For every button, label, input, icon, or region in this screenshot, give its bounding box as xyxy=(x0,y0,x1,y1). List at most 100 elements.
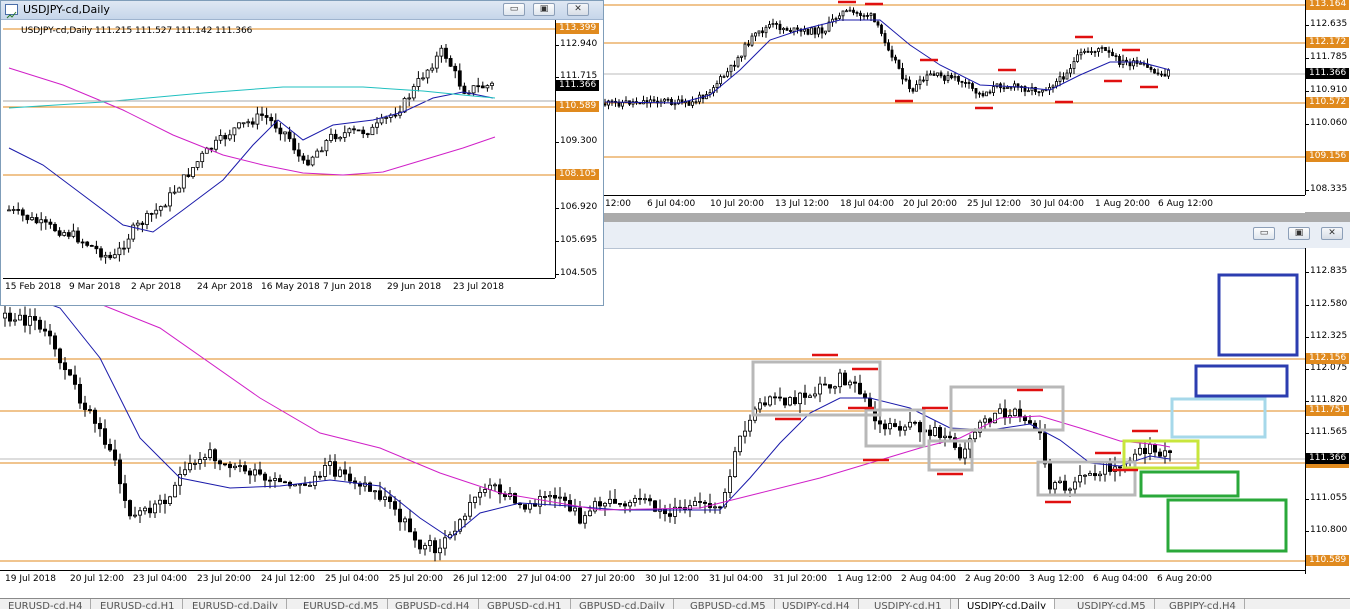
h1-candle xyxy=(733,451,738,478)
h1-candle xyxy=(177,474,182,486)
h4-candle xyxy=(740,55,743,58)
h4-candle xyxy=(883,33,887,44)
h1-candle xyxy=(608,498,613,504)
h4-candle xyxy=(719,76,722,85)
time-axis-label: 7 Jun 2018 xyxy=(323,282,372,292)
h4-candle xyxy=(715,83,719,88)
h1-candle xyxy=(257,469,262,475)
h4-candle xyxy=(848,9,852,12)
price-tick-label: 111.820 xyxy=(1310,395,1348,405)
h1-candle xyxy=(828,384,833,389)
h1-candle xyxy=(588,510,593,517)
daily-candle xyxy=(48,221,53,225)
h1-candle xyxy=(118,459,123,485)
daily-candle xyxy=(278,127,283,135)
h1-minimize-button[interactable]: ▭ xyxy=(1253,227,1275,240)
h4-candle xyxy=(1100,47,1104,49)
h4-candle xyxy=(670,98,673,106)
h4-candle xyxy=(841,10,845,17)
h1-candle xyxy=(58,348,63,364)
h4-candle xyxy=(957,76,960,82)
h4-candle xyxy=(862,15,866,17)
h4-candle xyxy=(1083,50,1086,53)
current-price-label: 111.366 xyxy=(1306,68,1350,79)
h4-candle xyxy=(1160,73,1163,76)
h4-candle xyxy=(733,64,736,67)
daily-candle xyxy=(76,230,80,243)
h1-candle xyxy=(167,496,172,505)
daily-chart-area[interactable]: USDJPY-cd,Daily 111.215 111.527 111.142 … xyxy=(3,20,602,305)
h4-candle xyxy=(897,59,901,69)
time-axis-label: 6 Jul 04:00 xyxy=(647,199,696,209)
daily-candle xyxy=(85,241,90,246)
h4-candle xyxy=(817,27,820,35)
tick-mark xyxy=(556,274,559,275)
h4-candle xyxy=(1139,62,1142,65)
h1-candle xyxy=(247,470,252,476)
price-tick-label: 110.800 xyxy=(1310,525,1348,535)
daily-minimize-button[interactable]: ▭ xyxy=(503,3,525,16)
h1-target-zone-box xyxy=(1139,470,1240,498)
h4-candle xyxy=(880,24,883,34)
time-axis-label: 6 Aug 12:00 xyxy=(1158,199,1213,209)
h4-candle xyxy=(960,80,964,83)
h4-candle xyxy=(911,88,915,92)
h1-restore-button[interactable]: ▣ xyxy=(1288,227,1310,240)
daily-chart-window[interactable]: USDJPY-cd,Daily ▭ ▣ ✕ USDJPY-cd,Daily 11… xyxy=(0,0,604,306)
level-price-label: 112.172 xyxy=(1306,37,1350,48)
daily-candle xyxy=(43,219,48,223)
daily-candle xyxy=(457,70,462,87)
h4-candle xyxy=(1069,68,1072,74)
daily-candle xyxy=(66,232,71,237)
h4-chart-window[interactable]: 112.635 111.785 110.910 110.060 108.335 113.1… xyxy=(600,0,1350,213)
h1-candle xyxy=(698,501,703,503)
h1-close-button[interactable]: ✕ xyxy=(1321,227,1343,240)
h1-candle xyxy=(738,435,743,453)
h1-candle xyxy=(878,420,883,425)
h1-candle xyxy=(17,314,22,321)
h1-candle xyxy=(1028,420,1033,424)
daily-candle xyxy=(444,47,448,59)
daily-price-plot[interactable] xyxy=(3,20,555,278)
daily-candle xyxy=(453,65,458,72)
h1-candle xyxy=(3,312,8,319)
time-axis-label: 6 Aug 20:00 xyxy=(1157,574,1212,584)
h4-candle xyxy=(666,98,670,101)
h1-candle xyxy=(838,372,843,388)
h1-candle xyxy=(7,312,12,322)
h1-candle xyxy=(197,459,202,464)
time-axis-label: 23 Jul 20:00 xyxy=(197,574,251,584)
h1-candle xyxy=(933,427,938,436)
daily-window-titlebar[interactable]: USDJPY-cd,Daily ▭ ▣ ✕ xyxy=(1,1,603,20)
h1-candle xyxy=(603,502,608,507)
h4-candle xyxy=(1097,48,1100,53)
h1-candle xyxy=(1133,453,1138,462)
time-axis-label: 30 Jul 12:00 xyxy=(645,574,699,584)
h1-candle xyxy=(33,316,38,321)
h1-candle xyxy=(462,515,467,521)
daily-candle xyxy=(416,78,421,87)
daily-candle xyxy=(158,206,163,211)
daily-candle xyxy=(200,152,205,163)
h4-price-plot[interactable] xyxy=(600,0,1305,212)
daily-candle xyxy=(154,209,159,215)
h1-candle xyxy=(928,429,933,436)
daily-candle xyxy=(117,247,122,256)
h1-candle xyxy=(903,426,908,431)
h4-candle xyxy=(932,73,936,76)
daily-candle xyxy=(287,131,292,140)
daily-close-button[interactable]: ✕ xyxy=(567,3,589,16)
price-tick-label: 112.580 xyxy=(1310,299,1348,309)
time-axis-label: 16 May 2018 xyxy=(261,282,320,292)
h4-candle xyxy=(988,91,992,94)
h1-candle xyxy=(773,396,778,399)
h1-candle xyxy=(633,497,638,503)
h1-candle xyxy=(1163,450,1168,457)
daily-restore-button[interactable]: ▣ xyxy=(533,3,555,16)
h1-candle xyxy=(998,408,1003,414)
daily-candle xyxy=(135,222,140,226)
daily-candle xyxy=(402,98,407,113)
price-tick-label: 112.075 xyxy=(1310,363,1348,373)
price-tick-label: 112.635 xyxy=(1310,19,1348,29)
daily-candle xyxy=(232,127,237,136)
